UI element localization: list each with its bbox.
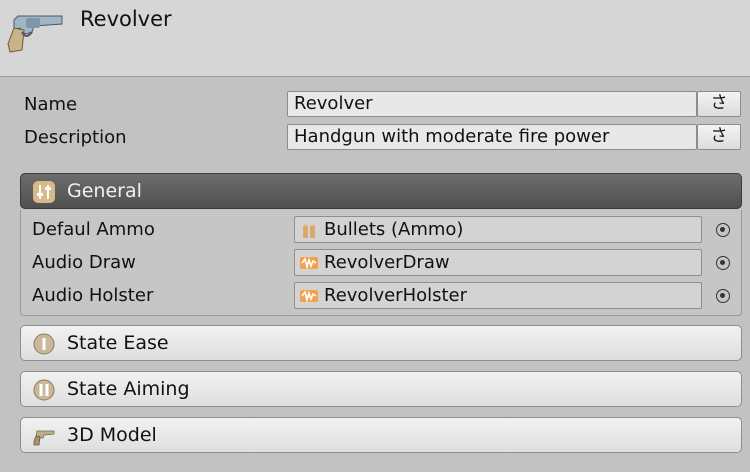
audio-clip-icon bbox=[300, 290, 318, 304]
name-label: Name bbox=[24, 94, 78, 115]
audio-holster-value: RevolverHolster bbox=[324, 285, 468, 306]
default-ammo-label: Defaul Ammo bbox=[32, 219, 155, 240]
audio-draw-field[interactable]: RevolverDraw bbox=[294, 249, 702, 276]
section-state-aiming-title: State Aiming bbox=[67, 378, 190, 400]
state-two-icon bbox=[33, 379, 55, 401]
section-state-ease-title: State Ease bbox=[67, 332, 169, 354]
revolver-icon bbox=[7, 15, 63, 53]
revolver-small-icon bbox=[33, 430, 55, 446]
description-label: Description bbox=[24, 127, 127, 148]
description-localize-button[interactable]: さ bbox=[697, 124, 741, 150]
audio-holster-field[interactable]: RevolverHolster bbox=[294, 282, 702, 309]
section-general-title: General bbox=[67, 180, 142, 202]
section-state-aiming[interactable]: State Aiming bbox=[20, 371, 742, 407]
name-field[interactable]: Revolver bbox=[287, 91, 697, 117]
audio-clip-icon bbox=[300, 257, 318, 271]
audio-draw-value: RevolverDraw bbox=[324, 252, 450, 273]
sliders-icon bbox=[33, 181, 55, 203]
audio-draw-label: Audio Draw bbox=[32, 252, 136, 273]
audio-draw-picker-button[interactable] bbox=[716, 256, 730, 270]
section-3d-model[interactable]: 3D Model bbox=[20, 417, 742, 453]
bullets-icon bbox=[303, 223, 315, 238]
inspector-header: Revolver bbox=[0, 0, 750, 77]
audio-holster-label: Audio Holster bbox=[32, 285, 154, 306]
description-field[interactable]: Handgun with moderate fire power bbox=[287, 124, 697, 150]
default-ammo-field[interactable]: Bullets (Ammo) bbox=[294, 216, 702, 243]
state-one-icon bbox=[33, 333, 55, 355]
audio-holster-picker-button[interactable] bbox=[716, 289, 730, 303]
default-ammo-picker-button[interactable] bbox=[716, 223, 730, 237]
section-3d-model-title: 3D Model bbox=[67, 424, 157, 446]
section-state-ease[interactable]: State Ease bbox=[20, 325, 742, 361]
page-title: Revolver bbox=[80, 7, 172, 31]
name-localize-button[interactable]: さ bbox=[697, 91, 741, 117]
default-ammo-value: Bullets (Ammo) bbox=[324, 219, 464, 240]
section-general[interactable]: General bbox=[20, 173, 742, 209]
